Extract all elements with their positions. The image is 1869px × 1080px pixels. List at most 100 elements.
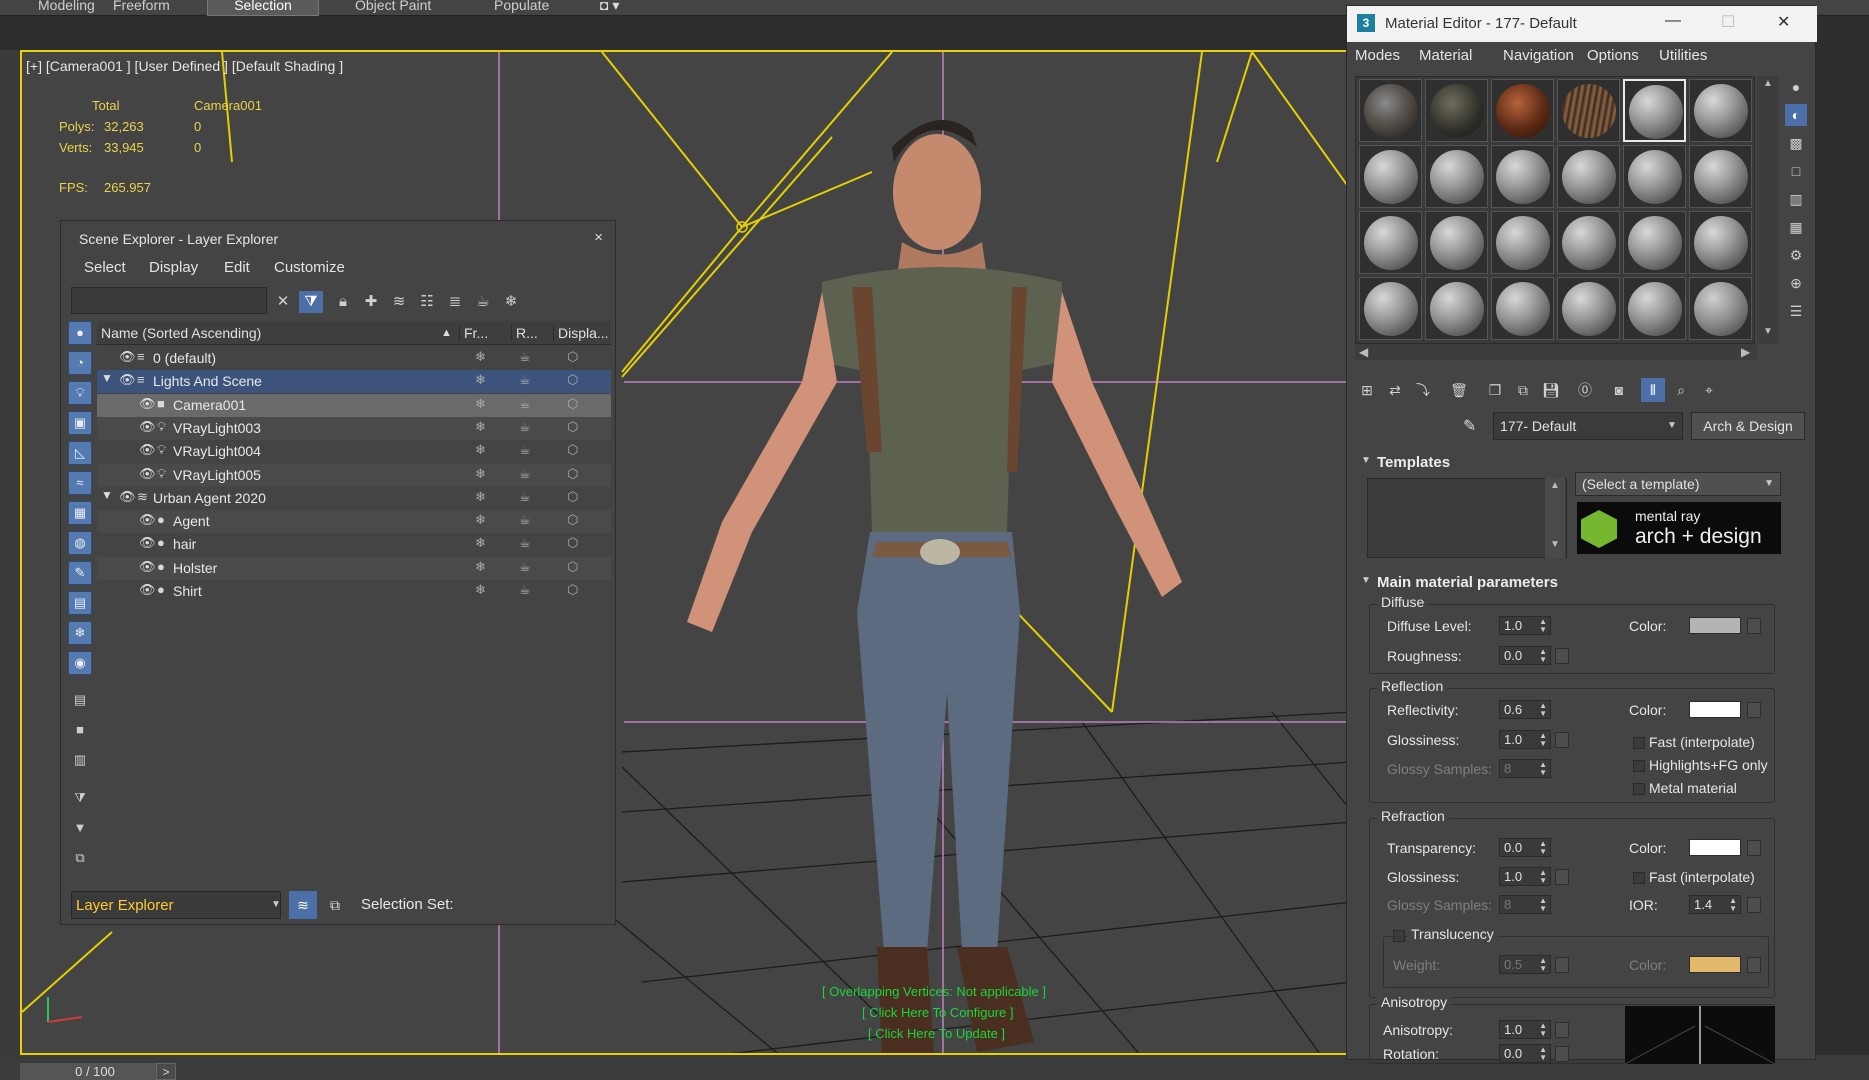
menu-display[interactable]: Display [149, 259, 198, 276]
freeze-toggle-icon[interactable]: ❄ [475, 489, 486, 505]
spinner-arrows-icon[interactable]: ▲ ▼ [1539, 1046, 1547, 1062]
eye-icon[interactable]: 👁︎ [139, 559, 156, 575]
freeze-toggle-icon[interactable]: ❄ [475, 442, 486, 458]
material-slot[interactable] [1425, 79, 1488, 142]
material-slot[interactable] [1623, 277, 1686, 340]
eye-icon[interactable]: 👁︎ [139, 466, 156, 482]
table-row[interactable]: 👁︎ ≡ 0 (default) ❄ ☕︎ ⬡ [97, 347, 611, 370]
table-row[interactable]: 👁︎ ● Shirt ❄ ☕︎ ⬡ [97, 580, 611, 603]
reflectivity-spinner[interactable]: 0.6 ▲ ▼ [1499, 700, 1551, 719]
expand-twisty-icon[interactable]: ▼ [101, 371, 113, 385]
table-row[interactable]: 👁︎ ● hair ❄ ☕︎ ⬡ [97, 533, 611, 556]
render-toggle-icon[interactable]: ☕︎ [519, 419, 531, 435]
translucency-weight-spinner[interactable]: 0.5 ▲ ▼ [1499, 955, 1551, 974]
scroll-down-icon[interactable]: ▼ [1763, 326, 1773, 337]
freeze-icon[interactable]: ❄ [499, 291, 523, 313]
select-by-material-icon[interactable]: ⊕ [1785, 272, 1807, 294]
eye-icon[interactable]: 👁︎ [119, 489, 136, 505]
reset-map-icon[interactable]: 🗑︎ [1447, 378, 1471, 402]
table-row[interactable]: ▼ 👁︎ ≡ Lights And Scene ❄ ☕︎ ⬡ [97, 370, 611, 394]
maximize-icon[interactable]: ☐ [1721, 12, 1735, 32]
scroll-down-icon[interactable]: ▼ [1545, 539, 1565, 550]
lights-filter-icon[interactable]: 💡︎ [68, 381, 92, 405]
render-toggle-icon[interactable]: ☕︎ [519, 372, 531, 388]
display-toggle-icon[interactable]: ⬡ [567, 396, 578, 412]
tab-populate[interactable]: Populate [484, 0, 559, 16]
chevron-down-icon[interactable]: ▼ [1667, 412, 1683, 440]
freeze-toggle-icon[interactable]: ❄ [475, 582, 486, 598]
material-name-field[interactable]: 177- Default [1493, 412, 1683, 440]
lock-icon[interactable]: 🔒︎ [331, 291, 355, 313]
scroll-left-icon[interactable]: ◀ [1359, 345, 1368, 359]
material-slot[interactable] [1491, 145, 1554, 208]
menu-select[interactable]: Select [84, 259, 126, 276]
highlights-fg-checkbox[interactable] [1633, 760, 1645, 772]
column-freeze[interactable]: Fr... [459, 325, 488, 341]
transparency-spinner[interactable]: 0.0 ▲ ▼ [1499, 838, 1551, 857]
material-slot[interactable] [1689, 79, 1752, 142]
roughness-map-button[interactable] [1555, 648, 1569, 664]
material-slot[interactable] [1359, 277, 1422, 340]
layer-stack-icon[interactable]: ≣ [443, 291, 467, 313]
menu-customize[interactable]: Customize [274, 259, 345, 276]
eye-icon[interactable]: 👁︎ [139, 512, 156, 528]
configure-link[interactable]: [ Click Here To Configure ] [862, 1005, 1014, 1020]
cameras-filter-icon[interactable]: ▣ [68, 411, 92, 435]
background-checker-icon[interactable]: ▩ [1785, 132, 1807, 154]
time-next-button[interactable]: > [156, 1063, 176, 1080]
freeze-toggle-icon[interactable]: ❄ [475, 512, 486, 528]
freeze-toggle-icon[interactable]: ❄ [475, 419, 486, 435]
reflection-map-button[interactable] [1747, 702, 1761, 718]
spinner-arrows-icon[interactable]: ▲ ▼ [1729, 897, 1737, 913]
material-slot[interactable] [1425, 277, 1488, 340]
go-forward-sibling-icon[interactable]: ⌖ [1697, 378, 1721, 402]
material-id-icon[interactable]: ⓪ [1573, 378, 1597, 402]
show-shaded-icon[interactable]: ◙ [1607, 378, 1631, 402]
go-to-parent-icon[interactable]: ⌕ [1669, 378, 1693, 402]
material-slot[interactable] [1623, 145, 1686, 208]
freeze-toggle-icon[interactable]: ❄ [475, 349, 486, 365]
reflection-glossiness-map-button[interactable] [1555, 732, 1569, 748]
refraction-color-swatch[interactable] [1689, 839, 1741, 856]
freeze-toggle-icon[interactable]: ❄ [475, 535, 486, 551]
reflection-glossy-samples-spinner[interactable]: 8 ▲ ▼ [1499, 759, 1551, 778]
freeze-toggle-icon[interactable]: ❄ [475, 372, 486, 388]
material-map-navigator-icon[interactable]: ☰ [1785, 300, 1807, 322]
fast-interpolate-checkbox[interactable] [1633, 737, 1645, 749]
groups-filter-icon[interactable]: ▦ [68, 501, 92, 525]
helpers-filter-icon[interactable]: ◺ [68, 441, 92, 465]
rotation-spinner[interactable]: 0.0 ▲ ▼ [1499, 1044, 1551, 1063]
material-slot[interactable] [1425, 211, 1488, 274]
ior-map-button[interactable] [1747, 897, 1761, 913]
spinner-arrows-icon[interactable]: ▲ ▼ [1539, 618, 1547, 634]
material-slot[interactable] [1491, 277, 1554, 340]
assign-material-icon[interactable]: ⤵ [1411, 378, 1435, 402]
eye-icon[interactable]: 👁︎ [139, 582, 156, 598]
table-row[interactable]: 👁︎ 💡︎ VRayLight005 ❄ ☕︎ ⬡ [97, 463, 611, 487]
tab-freeform[interactable]: Freeform [103, 0, 180, 16]
refraction-glossy-samples-spinner[interactable]: 8 ▲ ▼ [1499, 895, 1551, 914]
material-slot[interactable] [1359, 79, 1422, 142]
eyedropper-icon[interactable]: ✎ [1463, 416, 1476, 436]
backlight-icon[interactable]: ◐ [1785, 104, 1807, 126]
put-to-library-icon[interactable]: 💾︎ [1539, 378, 1563, 402]
tab-selection[interactable]: Selection [207, 0, 319, 16]
viewport-label[interactable]: [+] [Camera001 ] [User Defined ] [Defaul… [26, 58, 343, 74]
column-name[interactable]: Name (Sorted Ascending) [101, 325, 261, 341]
material-slot[interactable] [1689, 145, 1752, 208]
anisotropy-map-button[interactable] [1555, 1022, 1569, 1038]
material-slot[interactable] [1359, 145, 1422, 208]
reflection-color-swatch[interactable] [1689, 701, 1741, 718]
spinner-arrows-icon[interactable]: ▲ ▼ [1539, 702, 1547, 718]
material-slot[interactable] [1425, 145, 1488, 208]
display-toggle-icon[interactable]: ⬡ [567, 349, 578, 365]
render-toggle-icon[interactable]: ☕︎ [519, 582, 531, 598]
render-toggle-icon[interactable]: ☕︎ [519, 349, 531, 365]
slots-vertical-scrollbar[interactable]: ▲ ▼ [1757, 76, 1779, 344]
render-toggle-icon[interactable]: ☕︎ [519, 489, 531, 505]
show-end-result-icon[interactable]: ⫴ [1641, 378, 1665, 402]
invert-display-icon[interactable]: ▥ [68, 749, 92, 773]
material-slot[interactable] [1689, 277, 1752, 340]
clear-search-icon[interactable]: ✕ [271, 291, 295, 313]
containers-filter-icon[interactable]: ▤ [68, 591, 92, 615]
